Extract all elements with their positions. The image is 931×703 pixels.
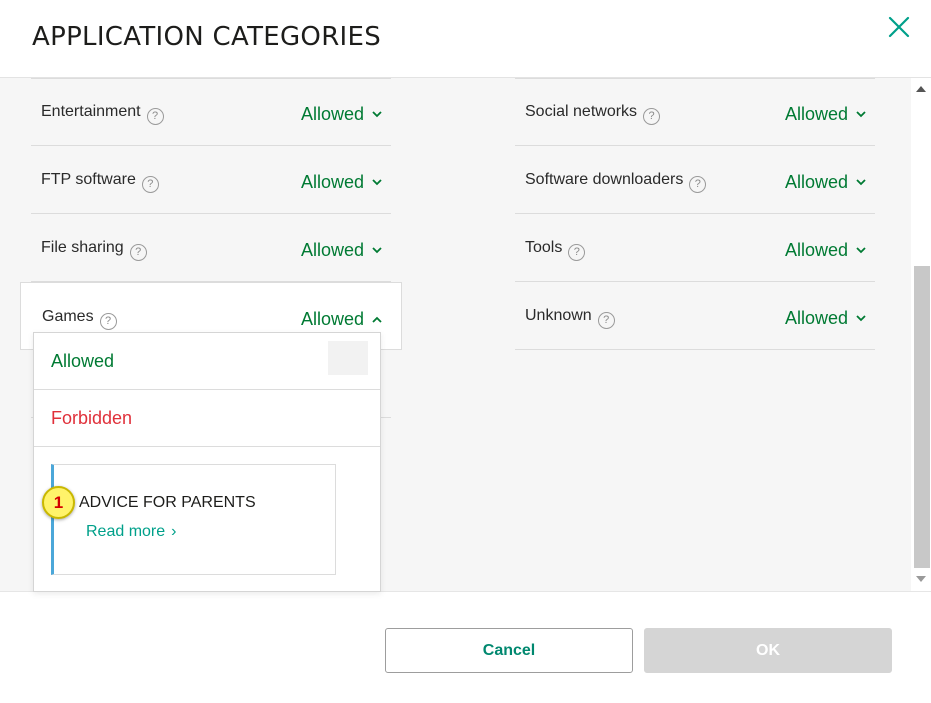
category-label: File sharing [41, 239, 124, 256]
status-dropdown-tools[interactable]: Allowed [785, 238, 866, 261]
chevron-down-icon [856, 306, 866, 327]
close-icon[interactable] [886, 14, 912, 40]
read-more-link[interactable]: Read more › [86, 523, 176, 541]
help-icon[interactable]: ? [99, 313, 117, 330]
category-row-unknown: Unknown? Allowed [515, 282, 875, 350]
status-dropdown-unknown[interactable]: Allowed [785, 306, 866, 329]
annotation-badge: 1 [42, 486, 75, 519]
chevron-down-icon [372, 238, 382, 259]
category-label: Tools [525, 239, 563, 256]
status-dropdown-social-networks[interactable]: Allowed [785, 102, 866, 125]
chevron-down-icon [372, 102, 382, 123]
dialog-title: APPLICATION CATEGORIES [32, 22, 382, 52]
cancel-button[interactable]: Cancel [385, 628, 633, 673]
dialog-footer: Cancel OK [0, 591, 931, 703]
option-hover-highlight [328, 341, 368, 375]
chevron-down-icon [372, 170, 382, 191]
option-forbidden[interactable]: Forbidden [34, 390, 380, 447]
chevron-down-icon [856, 102, 866, 123]
help-icon[interactable]: ? [568, 244, 586, 261]
chevron-down-icon [856, 170, 866, 191]
chevron-down-icon [856, 238, 866, 259]
category-label: Unknown [525, 307, 592, 324]
category-label: FTP software [41, 171, 136, 188]
status-dropdown-games[interactable]: Allowed [301, 307, 382, 330]
chevron-up-icon [372, 307, 382, 328]
help-icon[interactable]: ? [141, 176, 159, 193]
dialog-header: APPLICATION CATEGORIES [0, 0, 931, 78]
category-row-entertainment: Entertainment? Allowed [31, 78, 391, 146]
help-icon[interactable]: ? [689, 176, 707, 193]
chevron-right-icon: › [171, 523, 177, 540]
status-dropdown-file-sharing[interactable]: Allowed [301, 238, 382, 261]
scroll-down-icon[interactable] [916, 576, 926, 582]
help-icon[interactable]: ? [129, 244, 147, 261]
category-label: Games [42, 308, 94, 325]
option-allowed[interactable]: Allowed [34, 333, 380, 390]
category-row-file-sharing: File sharing? Allowed [31, 214, 391, 282]
vertical-scrollbar[interactable] [911, 78, 931, 591]
category-label: Entertainment [41, 103, 141, 120]
scroll-up-icon[interactable] [916, 86, 926, 92]
help-icon[interactable]: ? [597, 312, 615, 329]
advice-title: ADVICE FOR PARENTS [79, 494, 256, 511]
category-row-software-downloaders: Software downloaders? Allowed [515, 146, 875, 214]
status-dropdown-software-downloaders[interactable]: Allowed [785, 170, 866, 193]
scrollbar-thumb[interactable] [914, 266, 930, 568]
status-dropdown-menu: Allowed Forbidden 1 ADVICE FOR PARENTS R… [33, 332, 381, 592]
category-row-social-networks: Social networks? Allowed [515, 78, 875, 146]
category-row-tools: Tools? Allowed [515, 214, 875, 282]
help-icon[interactable]: ? [146, 108, 164, 125]
application-categories-dialog: APPLICATION CATEGORIES Entertainment? Al… [0, 0, 931, 703]
status-dropdown-entertainment[interactable]: Allowed [301, 102, 382, 125]
category-row-ftp-software: FTP software? Allowed [31, 146, 391, 214]
category-label: Software downloaders [525, 171, 684, 188]
help-icon[interactable]: ? [643, 108, 661, 125]
ok-button[interactable]: OK [644, 628, 892, 673]
category-label: Social networks [525, 103, 638, 120]
status-dropdown-ftp-software[interactable]: Allowed [301, 170, 382, 193]
advice-card: 1 ADVICE FOR PARENTS Read more › [42, 464, 336, 575]
